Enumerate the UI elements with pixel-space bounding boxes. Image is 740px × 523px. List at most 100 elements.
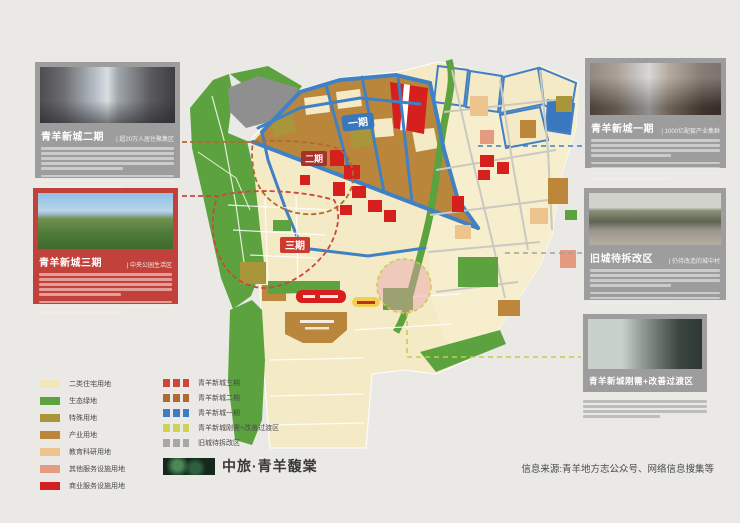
legend-item: 青羊新城刚需+改善过渡区 xyxy=(163,420,279,435)
body-text-line xyxy=(591,172,720,175)
legend-swatch xyxy=(40,465,60,473)
brand-logo-name: 中旅·青羊馥棠 xyxy=(222,456,318,476)
card-transition: 青羊新城刚需+改善过渡区 xyxy=(583,314,707,392)
body-paragraph xyxy=(41,147,174,170)
body-text-line xyxy=(41,180,174,183)
legend-swatch xyxy=(40,414,60,422)
commercial-landmark-block xyxy=(390,82,428,134)
card-head: 青羊新城二期 | 超20万人居住聚集区 xyxy=(41,128,174,143)
legend-swatch xyxy=(40,448,60,456)
body-text-line xyxy=(41,167,123,170)
card-phase3: 青羊新城三期 | 中央公园生活区 xyxy=(33,188,178,304)
card-subtitle: | 超20万人居住聚集区 xyxy=(116,134,174,143)
card-head: 青羊新城三期 | 中央公园生活区 xyxy=(39,254,172,269)
legend-item: 青羊新城一期 xyxy=(163,405,279,420)
card-title: 青羊新城刚需+改善过渡区 xyxy=(589,375,693,387)
legend-item: 教育科研用地 xyxy=(40,443,125,460)
yellow-tag xyxy=(352,297,380,307)
body-paragraph xyxy=(39,301,172,314)
card-transition-body-text xyxy=(583,400,707,423)
legend-item: 旧城待拆改区 xyxy=(163,435,279,450)
legend-label: 二类住宅用地 xyxy=(69,379,111,389)
body-text-line xyxy=(39,306,172,309)
legend-label: 产业用地 xyxy=(69,430,97,440)
body-paragraph xyxy=(583,400,707,418)
body-paragraph xyxy=(39,273,172,296)
legend-swatch xyxy=(163,394,189,402)
card-subtitle: | 中央公园生活区 xyxy=(127,260,172,269)
legend-item: 青羊新城二期 xyxy=(163,390,279,405)
body-text-line xyxy=(590,302,671,305)
legend-label: 生态绿地 xyxy=(69,396,97,406)
body-text-line xyxy=(590,292,720,295)
body-text-line xyxy=(590,269,720,272)
legend-label: 其他服务设施用地 xyxy=(69,464,125,474)
body-text-line xyxy=(41,157,174,160)
card-subtitle: | 1000亿配套产业集群 xyxy=(661,126,720,135)
legend-label: 青羊新城三期 xyxy=(198,378,240,388)
card-old-town: 旧城待拆改区 | 仍待改造的城中村 xyxy=(584,188,726,300)
body-paragraph xyxy=(590,292,720,305)
legend-label: 教育科研用地 xyxy=(69,447,111,457)
card-head: 旧城待拆改区 | 仍待改造的城中村 xyxy=(590,250,720,265)
body-text-line xyxy=(41,147,174,150)
phase1-photo xyxy=(590,63,721,115)
phase2-photo xyxy=(40,67,175,123)
planning-poster: 一期 二期 三期 青羊新城二期 | 超20万人居住聚集区 青羊新城三期 | 中央… xyxy=(0,0,740,523)
legend-item: 商业服务设施用地 xyxy=(40,477,125,494)
legend-item: 二类住宅用地 xyxy=(40,375,125,392)
card-title: 青羊新城二期 xyxy=(41,128,104,143)
body-text-line xyxy=(39,311,121,314)
red-banner-block xyxy=(296,290,346,303)
legend-swatch xyxy=(163,409,189,417)
card-title: 青羊新城一期 xyxy=(591,120,654,135)
body-text-line xyxy=(591,149,720,152)
legend-swatch xyxy=(40,482,60,490)
body-text-line xyxy=(583,405,707,408)
body-text-line xyxy=(591,139,720,142)
phase3-label-box: 三期 xyxy=(280,237,310,253)
legend-item: 其他服务设施用地 xyxy=(40,460,125,477)
legend-item: 青羊新城三期 xyxy=(163,375,279,390)
legend-label: 青羊新城二期 xyxy=(198,393,240,403)
body-text-line xyxy=(41,175,174,178)
body-text-line xyxy=(41,152,174,155)
source-note: 信息来源:青羊地方志公众号、网络信息搜集等 xyxy=(521,461,714,475)
body-text-line xyxy=(591,167,720,170)
legend-item: 特殊用地 xyxy=(40,409,125,426)
brand-logo: 中旅·青羊馥棠 xyxy=(163,456,318,476)
old-town-photo xyxy=(589,193,721,245)
card-title: 青羊新城三期 xyxy=(39,254,102,269)
phase2-label-box: 二期 xyxy=(301,151,327,166)
phase1-label-box: 一期 xyxy=(341,112,374,131)
body-text-line xyxy=(583,415,660,418)
body-paragraph xyxy=(591,139,720,157)
legend-item: 生态绿地 xyxy=(40,392,125,409)
brand-logo-mark xyxy=(163,458,215,475)
card-phase2: 青羊新城二期 | 超20万人居住聚集区 xyxy=(35,62,180,178)
legend-label: 青羊新城刚需+改善过渡区 xyxy=(198,423,279,433)
body-text-line xyxy=(41,162,174,165)
body-text-line xyxy=(590,284,671,287)
legend-label: 青羊新城一期 xyxy=(198,408,240,418)
legend-label: 特殊用地 xyxy=(69,413,97,423)
body-paragraph xyxy=(591,162,720,180)
body-text-line xyxy=(583,400,707,403)
card-body-text xyxy=(39,273,172,314)
body-text-line xyxy=(39,283,172,286)
body-text-line xyxy=(591,154,671,157)
body-text-line xyxy=(39,301,172,304)
map-label-phase2: 二期 xyxy=(305,153,323,164)
card-head: 青羊新城刚需+改善过渡区 xyxy=(589,375,701,387)
phase3-photo xyxy=(38,193,173,249)
card-body-text xyxy=(590,269,720,304)
body-paragraph xyxy=(41,175,174,188)
body-text-line xyxy=(39,293,121,296)
legend-swatch xyxy=(163,424,189,432)
card-title: 旧城待拆改区 xyxy=(590,250,653,265)
legend-zones: 青羊新城三期青羊新城二期青羊新城一期青羊新城刚需+改善过渡区旧城待拆改区 xyxy=(163,375,279,450)
body-paragraph xyxy=(590,269,720,287)
body-text-line xyxy=(39,288,172,291)
legend-label: 旧城待拆改区 xyxy=(198,438,240,448)
card-body-text xyxy=(591,139,720,180)
